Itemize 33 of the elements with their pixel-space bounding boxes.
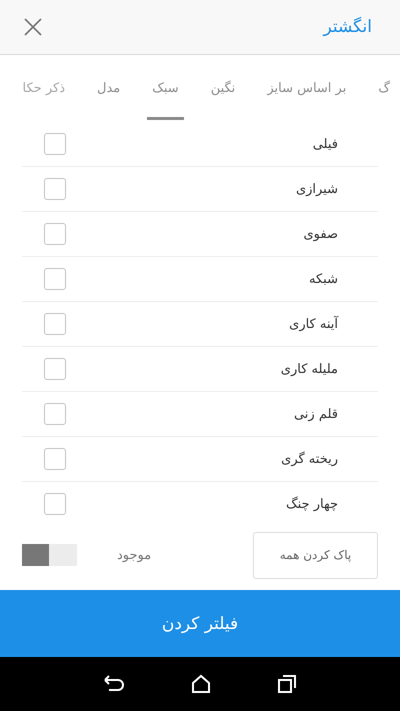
option-label: قلم زنی <box>294 406 338 422</box>
recent-apps-icon[interactable] <box>277 674 297 694</box>
category-tab[interactable]: بر اساس سایز <box>251 55 362 122</box>
option-label: فیلی <box>312 136 338 152</box>
option-label: شیرازی <box>296 182 338 196</box>
back-icon[interactable] <box>103 674 125 694</box>
in-stock-label: موجود <box>117 548 152 562</box>
checkbox[interactable] <box>44 133 66 155</box>
checkbox[interactable] <box>44 448 66 470</box>
in-stock-toggle[interactable] <box>22 544 77 566</box>
checkbox[interactable] <box>44 268 66 290</box>
home-icon[interactable] <box>191 674 211 694</box>
category-tab[interactable]: مدل <box>81 55 136 122</box>
checkbox[interactable] <box>44 178 66 200</box>
option-label: صفوی <box>303 226 338 242</box>
close-button[interactable] <box>22 16 44 38</box>
checkbox[interactable] <box>44 493 66 515</box>
checkbox[interactable] <box>44 223 66 245</box>
clear-all-button[interactable]: پاک کردن همه <box>253 532 378 578</box>
checkbox[interactable] <box>44 358 66 380</box>
screen-title: انگشتر <box>323 17 372 37</box>
checkbox[interactable] <box>44 313 66 335</box>
category-tab[interactable]: گ <box>362 55 400 122</box>
option-label: چهار چنگ <box>286 496 338 512</box>
option-label: آینه کاری <box>289 316 338 332</box>
option-label: ریخته گری <box>281 452 338 466</box>
category-tab[interactable]: نگین <box>194 55 252 122</box>
option-label: شبکه <box>309 272 338 286</box>
filter-button[interactable]: فیلتر کردن <box>0 590 400 657</box>
checkbox[interactable] <box>44 403 66 425</box>
option-label: ملیله کاری <box>280 362 338 376</box>
category-tab[interactable]: ذکر حکا <box>6 55 81 122</box>
category-tab[interactable]: سبک <box>136 55 195 122</box>
